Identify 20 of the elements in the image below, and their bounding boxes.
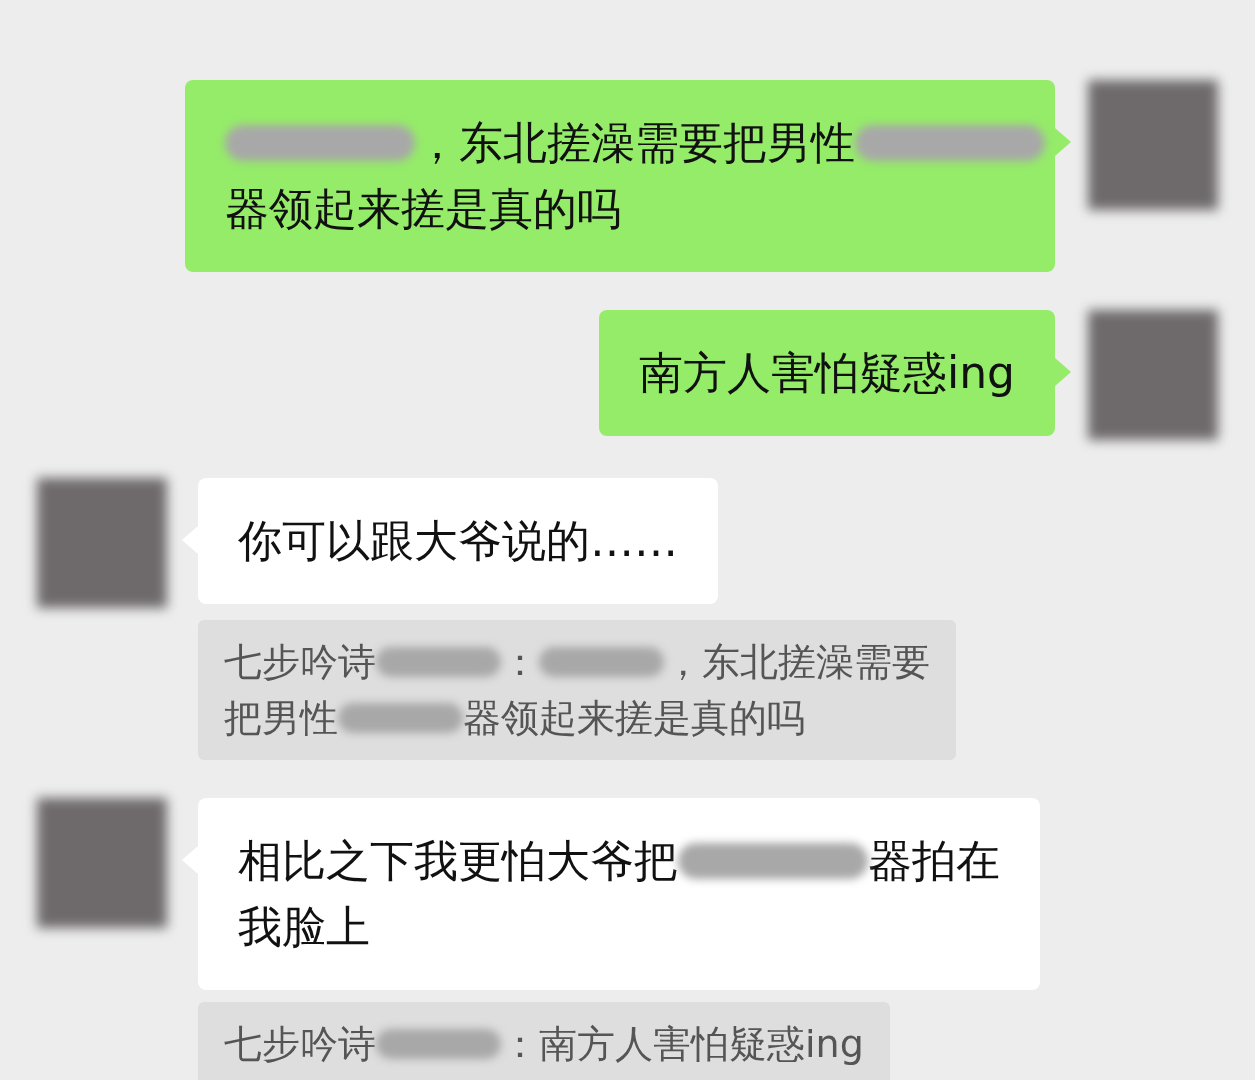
message-text: ：	[501, 639, 539, 686]
avatar[interactable]	[37, 798, 167, 928]
message-text: 相比之下我更怕大爷把	[238, 834, 678, 888]
message-text: 器拍在	[868, 834, 1000, 888]
message-text: 器领起来搓是真的吗	[463, 695, 805, 742]
avatar[interactable]	[1088, 80, 1218, 210]
quoted-message[interactable]: 七步吟诗 ：南方人害怕疑惑ing	[198, 1002, 890, 1080]
message-text: 七步吟诗	[224, 1021, 376, 1068]
message-text: 把男性	[224, 695, 338, 742]
avatar[interactable]	[1088, 310, 1218, 440]
message-text: 你可以跟大爷说的……	[238, 514, 678, 568]
message-text: ：南方人害怕疑惑ing	[501, 1021, 864, 1068]
quoted-message[interactable]: 七步吟诗 ： ，东北搓澡需要 把男性 器领起来搓是真的吗	[198, 620, 956, 760]
message-text: 我脸上	[238, 900, 370, 954]
message-text: 南方人害怕疑惑ing	[638, 346, 1015, 400]
message-text: 七步吟诗	[224, 639, 376, 686]
message-text: 器领起来搓是真的吗	[225, 182, 621, 236]
message-text: ，东北搓澡需要	[664, 639, 930, 686]
avatar[interactable]	[37, 478, 167, 608]
message-text: ，东北搓澡需要把男性	[415, 116, 855, 170]
